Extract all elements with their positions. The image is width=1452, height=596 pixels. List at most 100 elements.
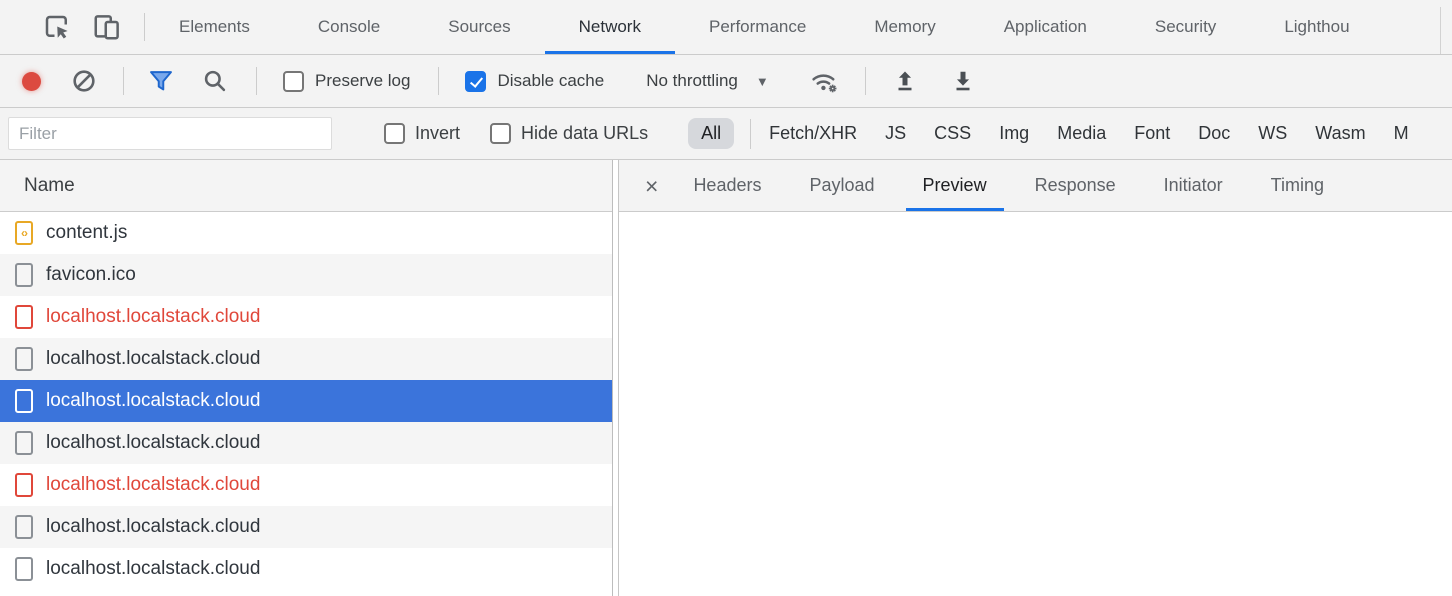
tab-memory[interactable]: Memory xyxy=(840,0,969,55)
request-list-panel: Name content.js favicon.ico localhost.lo… xyxy=(0,160,613,596)
hide-data-urls-checkbox[interactable] xyxy=(490,123,511,144)
chevron-down-icon[interactable]: ▼ xyxy=(756,74,769,89)
devtools-window: Elements Console Sources Network Perform… xyxy=(0,0,1452,596)
device-toolbar-icon[interactable] xyxy=(90,10,124,44)
inspect-element-icon[interactable] xyxy=(40,10,74,44)
table-row[interactable]: content.js xyxy=(0,212,612,254)
json-property-line[interactable]: ChallengeName: "PASSWORD_VERIFIER" xyxy=(619,253,1452,285)
main-tabbar: Elements Console Sources Network Perform… xyxy=(0,0,1452,55)
network-conditions-icon[interactable] xyxy=(809,67,839,95)
request-name: localhost.localstack.cloud xyxy=(46,558,260,580)
close-icon[interactable]: × xyxy=(633,160,670,212)
tab-elements[interactable]: Elements xyxy=(145,0,284,55)
search-icon[interactable] xyxy=(202,68,228,94)
table-row-selected[interactable]: localhost.localstack.cloud xyxy=(0,380,612,422)
filter-type-fetch-xhr[interactable]: Fetch/XHR xyxy=(769,123,857,144)
preserve-log-checkbox[interactable] xyxy=(283,71,304,92)
export-har-icon[interactable] xyxy=(950,68,976,94)
request-name: localhost.localstack.cloud xyxy=(46,432,260,454)
tab-sources[interactable]: Sources xyxy=(414,0,544,55)
filter-type-css[interactable]: CSS xyxy=(934,123,971,144)
request-name: localhost.localstack.cloud xyxy=(46,306,260,328)
table-row[interactable]: localhost.localstack.cloud xyxy=(0,296,612,338)
document-file-icon xyxy=(15,515,33,539)
network-toolbar: Preserve log Disable cache No throttling… xyxy=(0,55,1452,108)
tab-console[interactable]: Console xyxy=(284,0,414,55)
network-main: Name content.js favicon.ico localhost.lo… xyxy=(0,160,1452,596)
hide-data-urls-label[interactable]: Hide data URLs xyxy=(521,123,648,144)
filter-type-manifest[interactable]: M xyxy=(1394,123,1409,144)
name-column-header[interactable]: Name xyxy=(0,160,612,212)
document-file-icon xyxy=(15,305,33,329)
request-name: localhost.localstack.cloud xyxy=(46,348,260,370)
tab-lighthouse[interactable]: Lighthou xyxy=(1250,0,1383,55)
json-property-line[interactable]: SECRET_BLOCK: "ZWQ5ZGFkMWE=" xyxy=(619,347,1452,379)
import-har-icon[interactable] xyxy=(892,68,918,94)
script-file-icon xyxy=(15,221,33,245)
filter-icon[interactable] xyxy=(148,68,174,94)
tab-headers[interactable]: Headers xyxy=(676,160,778,212)
json-property-line[interactable]: SRP_B: "d001745fc62af15eb9a12de937fafac2… xyxy=(619,379,1452,411)
filter-type-img[interactable]: Img xyxy=(999,123,1029,144)
disable-cache-checkbox[interactable] xyxy=(465,71,486,92)
filter-type-wasm[interactable]: Wasm xyxy=(1315,123,1365,144)
table-row[interactable]: localhost.localstack.cloud xyxy=(0,506,612,548)
document-file-icon xyxy=(15,557,33,581)
detail-tabbar: × Headers Payload Preview Response Initi… xyxy=(619,160,1452,212)
document-file-icon xyxy=(15,347,33,371)
document-file-icon xyxy=(15,389,33,413)
tab-network[interactable]: Network xyxy=(545,0,675,55)
table-row[interactable]: localhost.localstack.cloud xyxy=(0,464,612,506)
toolbar-separator xyxy=(123,67,124,95)
json-property-line[interactable]: SALT: "89b54330" xyxy=(619,316,1452,348)
tab-initiator[interactable]: Initiator xyxy=(1147,160,1240,212)
table-row[interactable]: localhost.localstack.cloud xyxy=(0,548,612,590)
tab-preview[interactable]: Preview xyxy=(906,160,1004,212)
table-row[interactable]: favicon.ico xyxy=(0,254,612,296)
filter-type-all[interactable]: All xyxy=(688,118,734,149)
json-property-line[interactable]: ▼ChallengeParameters: {USER_ID_FOR_SRP: … xyxy=(619,284,1452,316)
tab-payload[interactable]: Payload xyxy=(792,160,891,212)
clear-requests-icon[interactable] xyxy=(71,68,97,94)
throttling-select[interactable]: No throttling xyxy=(646,71,738,91)
json-property-line[interactable]: USER_ID_FOR_SRP: "test@example.com" xyxy=(619,410,1452,442)
filter-type-js[interactable]: JS xyxy=(885,123,906,144)
filter-input[interactable] xyxy=(8,117,332,150)
filter-type-media[interactable]: Media xyxy=(1057,123,1106,144)
preview-json-tree: ▼{ChallengeName: "PASSWORD_VERIFIER",…} … xyxy=(619,212,1452,596)
document-file-icon xyxy=(15,473,33,497)
request-rows: content.js favicon.ico localhost.localst… xyxy=(0,212,612,596)
request-name: localhost.localstack.cloud xyxy=(46,390,260,412)
filter-type-doc[interactable]: Doc xyxy=(1198,123,1230,144)
tab-security[interactable]: Security xyxy=(1121,0,1250,55)
detail-tabs: Headers Payload Preview Response Initiat… xyxy=(676,160,1341,212)
request-name: content.js xyxy=(46,222,127,244)
request-name: favicon.ico xyxy=(46,264,136,286)
filter-type-ws[interactable]: WS xyxy=(1258,123,1287,144)
request-detail-panel: × Headers Payload Preview Response Initi… xyxy=(618,160,1452,596)
document-file-icon xyxy=(15,431,33,455)
toolbar-separator xyxy=(865,67,866,95)
request-name: localhost.localstack.cloud xyxy=(46,474,260,496)
request-name: localhost.localstack.cloud xyxy=(46,516,260,538)
filter-separator xyxy=(750,119,751,149)
panel-tabs: Elements Console Sources Network Perform… xyxy=(145,0,1384,55)
preserve-log-label[interactable]: Preserve log xyxy=(315,71,410,91)
disable-cache-label[interactable]: Disable cache xyxy=(497,71,604,91)
tabbar-icons xyxy=(0,10,145,44)
tab-response[interactable]: Response xyxy=(1018,160,1133,212)
json-root-line[interactable]: ▼{ChallengeName: "PASSWORD_VERIFIER",…} xyxy=(619,221,1452,253)
tab-performance[interactable]: Performance xyxy=(675,0,840,55)
filter-type-font[interactable]: Font xyxy=(1134,123,1170,144)
toolbar-separator xyxy=(256,67,257,95)
invert-label[interactable]: Invert xyxy=(415,123,460,144)
invert-checkbox[interactable] xyxy=(384,123,405,144)
table-row[interactable]: localhost.localstack.cloud xyxy=(0,338,612,380)
document-file-icon xyxy=(15,263,33,287)
tab-application[interactable]: Application xyxy=(970,0,1121,55)
tab-timing[interactable]: Timing xyxy=(1254,160,1341,212)
toolbar-separator xyxy=(438,67,439,95)
table-row[interactable]: localhost.localstack.cloud xyxy=(0,422,612,464)
record-button[interactable] xyxy=(22,72,41,91)
filter-bar: Invert Hide data URLs All Fetch/XHR JS C… xyxy=(0,108,1452,160)
